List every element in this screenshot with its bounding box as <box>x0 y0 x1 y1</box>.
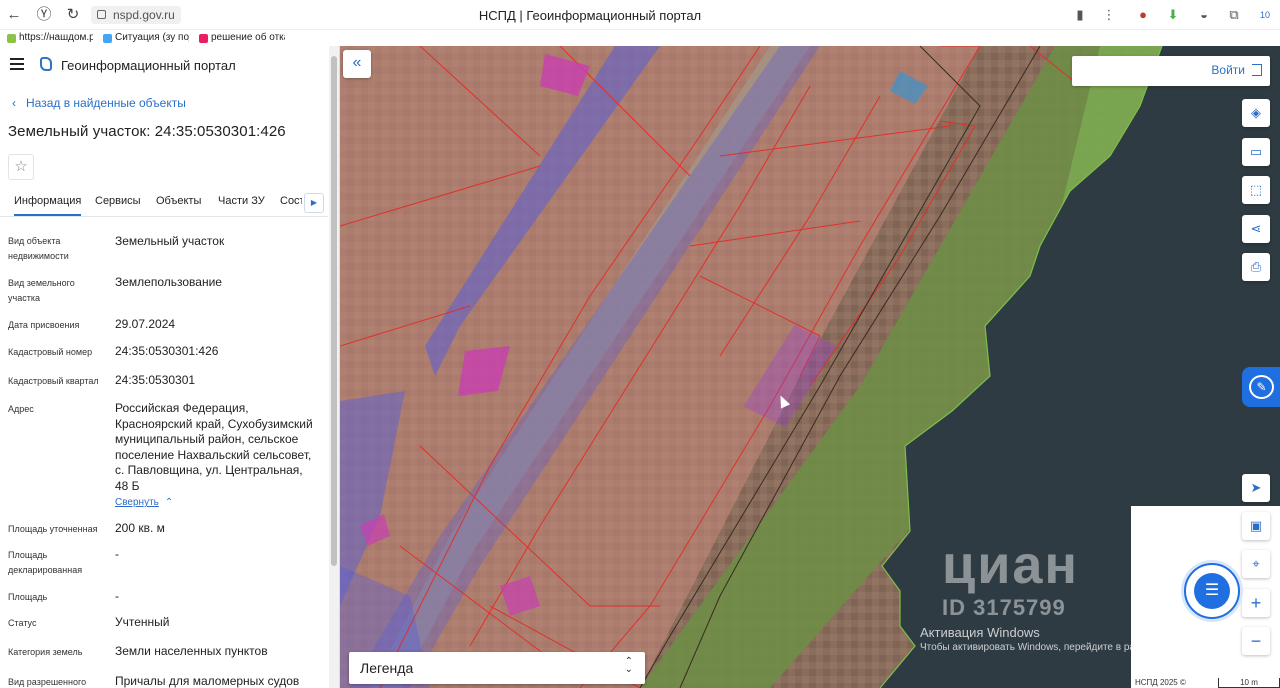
bookmark-item[interactable]: Ситуация (зу под <box>103 31 189 45</box>
print-icon[interactable]: ⎙ <box>1242 253 1270 281</box>
zoom-in-button[interactable]: + <box>1242 589 1270 617</box>
tab-info[interactable]: Информация <box>14 195 82 216</box>
login-button[interactable]: Войти <box>1211 63 1262 77</box>
bookmark-icon[interactable]: ▮ <box>1072 7 1088 23</box>
field-value: 29.07.2024 <box>115 317 176 331</box>
field-value: 24:35:0530301:426 <box>115 344 219 358</box>
chevron-updown-icon: ⌃ ⌄ <box>624 656 633 675</box>
field-value: 24:35:0530301 <box>115 373 196 387</box>
more-menu-icon[interactable]: ⋮ <box>1101 7 1117 23</box>
login-icon <box>1252 64 1262 76</box>
scale-bar: 10 m <box>1218 678 1280 688</box>
chat-button[interactable]: ☰ <box>1184 563 1240 619</box>
bookmark-item[interactable]: решение об отка <box>199 31 285 45</box>
select-area-icon[interactable]: ⬚ <box>1242 176 1270 204</box>
field-label: Вид разрешенного <box>8 677 87 687</box>
layers-icon[interactable]: ◈ <box>1242 99 1270 127</box>
field-value: - <box>115 547 119 561</box>
field-label: Вид объекта недвижимости <box>8 236 69 261</box>
share-icon[interactable]: ⋖ <box>1242 215 1270 243</box>
login-panel: Войти <box>1072 56 1270 86</box>
geo-pin-icon[interactable]: ⌖ <box>1242 550 1270 578</box>
info-sidebar: Геоинформационный портал ‹ Назад в найден… <box>0 46 340 688</box>
feedback-tab[interactable]: ✎ <box>1242 367 1280 407</box>
field-value: Земли населенных пунктов <box>115 644 268 658</box>
collapse-panel-button[interactable]: « <box>343 50 371 78</box>
field-value: Причалы для маломерных судов <box>115 674 300 688</box>
page-title: Земельный участок: 24:35:0530301:426 <box>8 123 286 140</box>
collapse-link[interactable]: Свернуть ⌃ <box>115 497 173 508</box>
bookmarks-bar: https://нашдом.р Ситуация (зу под решени… <box>0 30 1280 46</box>
field-label: Кадастровый номер <box>8 347 93 357</box>
field-value: 200 кв. м <box>115 521 165 535</box>
address-value: Российская Федерация, Красноярский край,… <box>115 401 313 493</box>
downloads-badge[interactable]: 10 <box>1257 7 1273 23</box>
browser-address-bar: ← Ⓨ ↻ nspd.gov.ru НСПД | Геоинформационн… <box>0 0 1280 30</box>
bookmark-favicon-icon <box>199 34 208 43</box>
map-attribution: НСПД 2025 © 10 m <box>1131 678 1280 688</box>
zoom-out-button[interactable]: − <box>1242 627 1270 655</box>
field-label: Категория земель <box>8 647 83 657</box>
legend-dropdown[interactable]: Легенда ⌃ ⌄ <box>349 652 645 684</box>
field-value: Землепользование <box>115 275 222 289</box>
ruler-icon[interactable]: ▭ <box>1242 138 1270 166</box>
extension-icon[interactable]: ◒ <box>1196 7 1212 23</box>
extensions-icon[interactable]: ⧉ <box>1226 7 1242 23</box>
tab-title: НСПД | Геоинформационный портал <box>478 8 702 23</box>
field-label: Статус <box>8 618 37 628</box>
feedback-icon: ✎ <box>1249 375 1274 399</box>
bookmark-item[interactable]: https://нашдом.р <box>7 31 93 45</box>
bookmark-favicon-icon <box>7 34 16 43</box>
download-icon[interactable]: ⬇ <box>1165 7 1181 23</box>
tab-bar: Информация Сервисы Объекты Части ЗУ Сост… <box>0 186 328 217</box>
legend-label: Легенда <box>360 660 414 676</box>
tab-services[interactable]: Сервисы <box>95 195 141 207</box>
field-label: Дата присвоения <box>8 320 80 330</box>
field-label: Площадь декларированная <box>8 550 83 575</box>
scrollbar-thumb[interactable] <box>331 56 337 566</box>
menu-icon[interactable] <box>10 58 24 70</box>
field-value: Земельный участок <box>115 234 225 248</box>
field-label: Кадастровый квартал <box>8 376 99 386</box>
back-link[interactable]: ‹ Назад в найденные объекты <box>12 96 186 110</box>
tab-objects[interactable]: Объекты <box>156 195 201 207</box>
chat-icon: ☰ <box>1194 573 1230 609</box>
tabs-scroll-right-icon[interactable]: ▶ <box>304 193 324 213</box>
field-label: Вид земельного участка <box>8 278 75 303</box>
minimap-icon[interactable]: ▣ <box>1242 512 1270 540</box>
field-label: Площадь <box>8 592 48 602</box>
extension-icon[interactable]: ● <box>1135 7 1151 23</box>
portal-logo-icon <box>40 57 52 71</box>
watermark: циан ID 3175799 <box>942 535 1080 620</box>
chevron-left-icon: ‹ <box>12 96 16 110</box>
sidebar-scrollbar[interactable] <box>329 46 339 688</box>
tab-composition[interactable]: Соста <box>280 195 302 207</box>
field-label: Площадь уточненная <box>8 524 98 534</box>
field-value: - <box>115 589 119 603</box>
field-label: Адрес <box>8 404 34 414</box>
locate-arrow-icon[interactable]: ➤ <box>1242 474 1270 502</box>
portal-title: Геоинформационный портал <box>61 58 236 73</box>
status-value: Учтенный <box>115 615 170 629</box>
bookmark-favicon-icon <box>103 34 112 43</box>
chevron-up-icon: ⌃ <box>164 497 174 508</box>
favorite-star-icon[interactable]: ☆ <box>8 154 34 180</box>
tab-parts[interactable]: Части ЗУ <box>218 195 265 207</box>
